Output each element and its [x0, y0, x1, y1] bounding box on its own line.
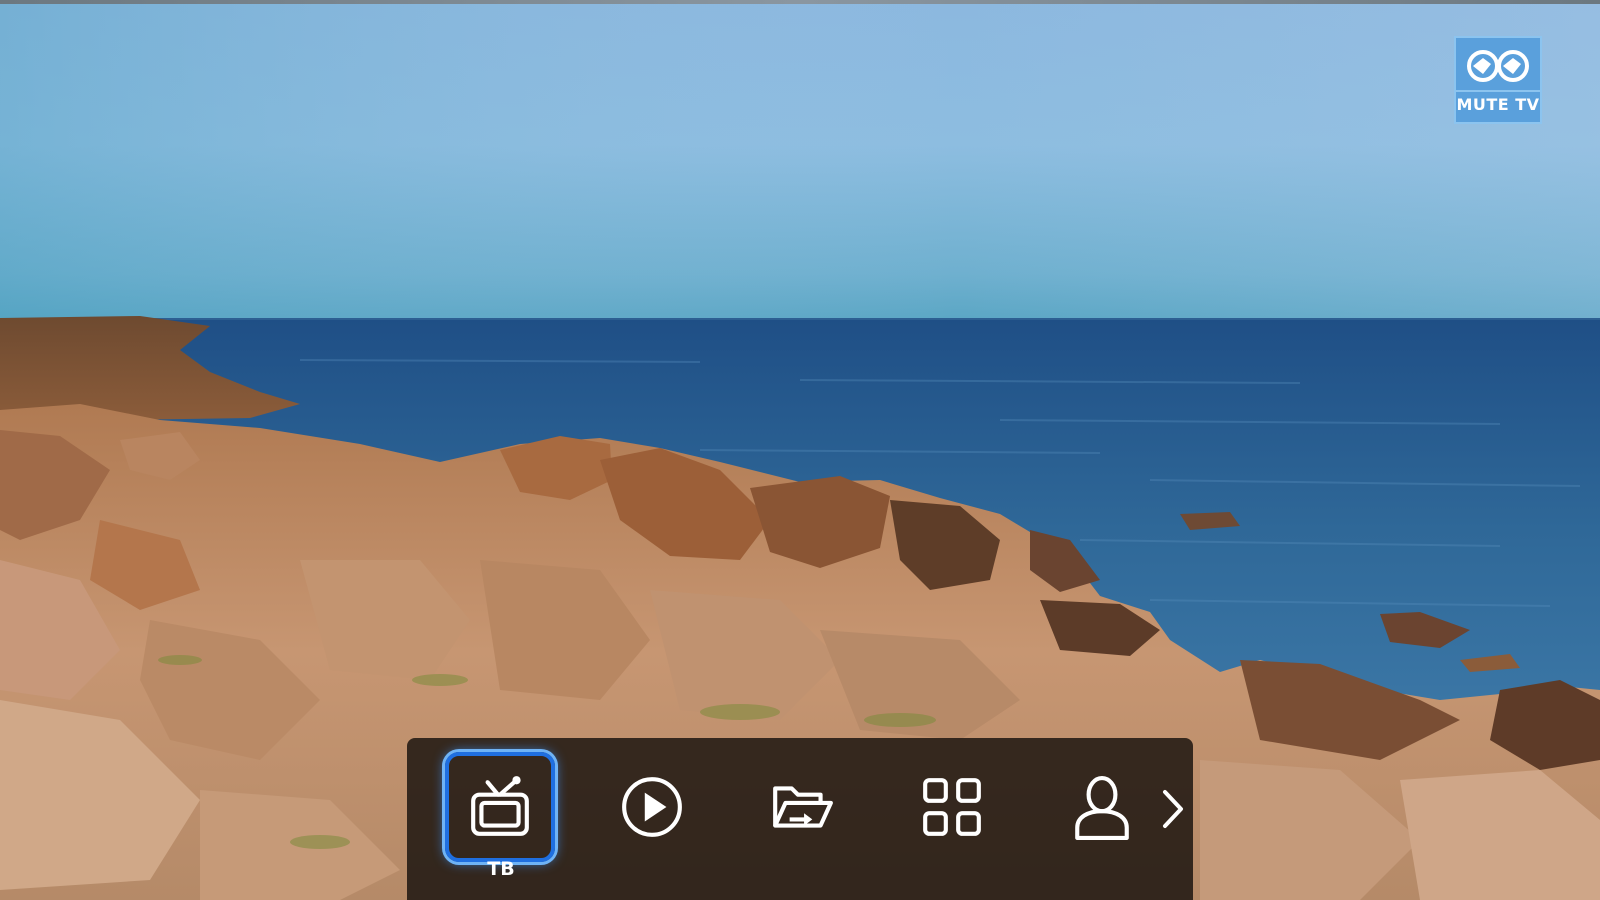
play-icon — [622, 777, 682, 837]
top-edge-strip — [0, 0, 1600, 4]
menu-item-play[interactable] — [597, 752, 707, 862]
channel-logo: MUTE TV — [1454, 36, 1542, 124]
menu-item-files[interactable] — [747, 752, 857, 862]
channel-logo-text: MUTE TV — [1456, 90, 1540, 114]
tv-screen: MUTE TV ТВ — [0, 0, 1600, 900]
menu-item-tv-label: ТВ — [487, 858, 515, 880]
tv-icon — [471, 776, 529, 836]
folder-open-icon — [773, 786, 833, 828]
menu-item-tv[interactable] — [445, 752, 555, 862]
user-icon — [1075, 776, 1129, 840]
mute-tv-logo-icon — [1467, 50, 1529, 82]
apps-grid-icon — [923, 778, 981, 836]
menu-item-apps[interactable] — [897, 752, 1007, 862]
menu-item-profile[interactable] — [1047, 752, 1157, 862]
menu-next-button[interactable] — [1155, 784, 1189, 834]
chevron-right-icon — [1163, 790, 1183, 828]
